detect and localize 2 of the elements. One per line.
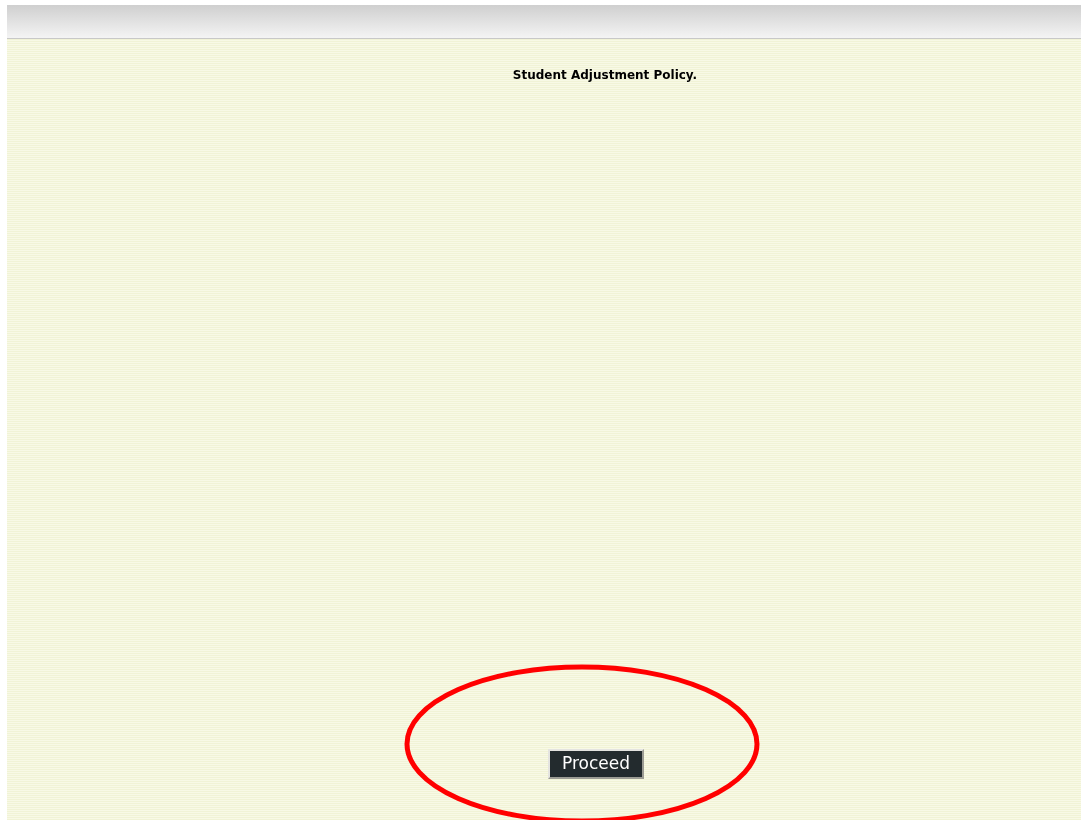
page-title: Student Adjustment Policy.	[512, 67, 698, 84]
proceed-button[interactable]: Proceed	[548, 749, 644, 779]
